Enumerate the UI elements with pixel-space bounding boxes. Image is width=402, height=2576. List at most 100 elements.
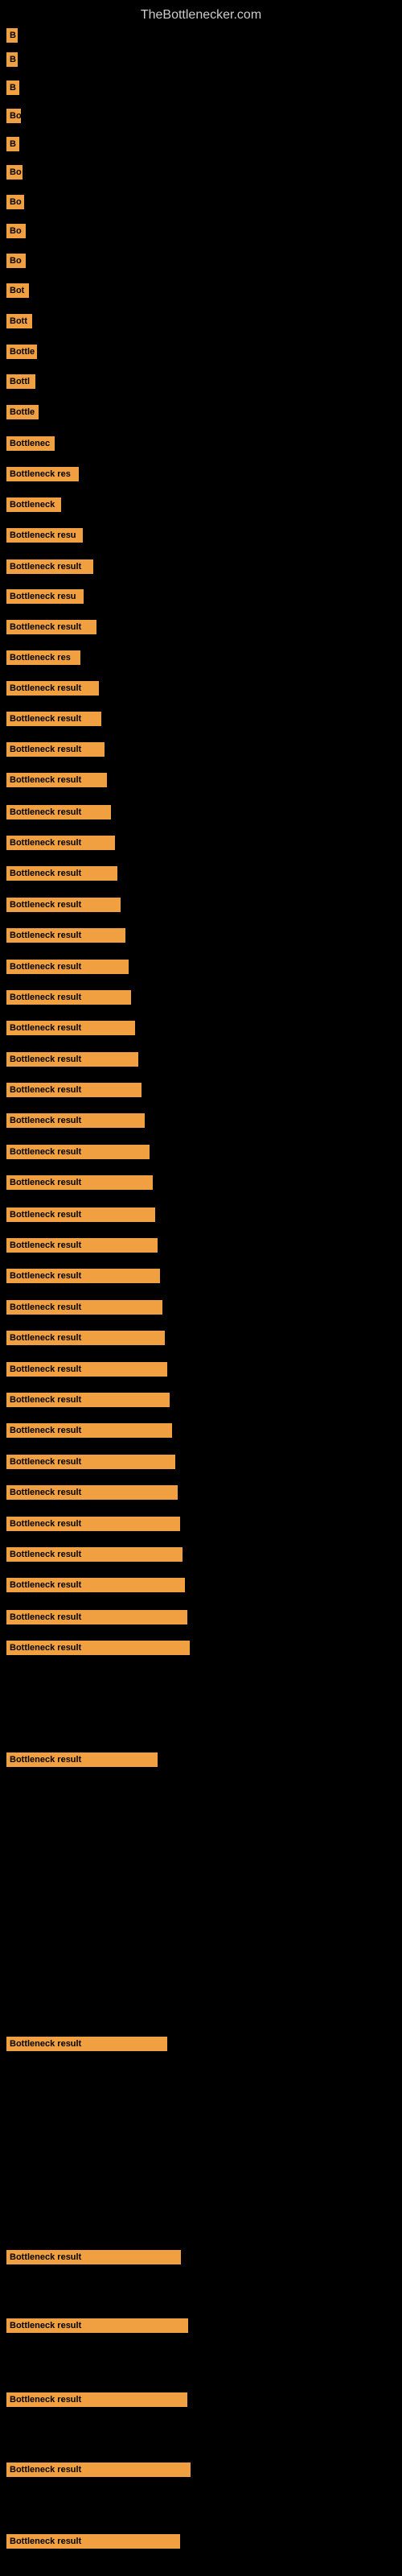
bar-row: Bottleneck result: [6, 1517, 180, 1531]
bar-row: Bottleneck result: [6, 559, 93, 574]
bar-row: Bottleneck result: [6, 1641, 190, 1655]
bar-row: Bottleneck res: [6, 467, 79, 481]
bar-label: Bottleneck result: [6, 1269, 160, 1283]
bar-label: Bo: [6, 165, 23, 180]
site-title: TheBottlenecker.com: [0, 2, 402, 26]
bar-label: B: [6, 137, 19, 151]
bar-label: Bottlenec: [6, 436, 55, 451]
bar-label: Bottleneck result: [6, 1208, 155, 1222]
bar-row: Bottleneck result: [6, 742, 105, 757]
bar-label: Bottleneck result: [6, 1145, 150, 1159]
bar-row: Bottleneck resu: [6, 589, 84, 604]
bar-label: Bottleneck result: [6, 1752, 158, 1767]
bar-row: B: [6, 28, 18, 43]
bar-row: B: [6, 52, 18, 67]
bar-label: Bottleneck result: [6, 1083, 142, 1097]
bar-row: Bottleneck result: [6, 620, 96, 634]
bar-label: Bottleneck result: [6, 1331, 165, 1345]
bar-label: Bottleneck result: [6, 2250, 181, 2264]
bar-row: Bottleneck result: [6, 1610, 187, 1624]
bar-label: Bottleneck result: [6, 1300, 162, 1315]
bar-row: Bottleneck result: [6, 1331, 165, 1345]
bar-label: Bo: [6, 109, 21, 123]
bar-label: Bottleneck result: [6, 2318, 188, 2333]
bar-label: Bot: [6, 283, 29, 298]
bar-row: Bot: [6, 283, 29, 298]
bar-label: Bottle: [6, 405, 39, 419]
bar-row: Bottleneck result: [6, 1021, 135, 1035]
bar-label: Bo: [6, 254, 26, 268]
bar-row: Bottleneck result: [6, 2250, 181, 2264]
bar-row: Bottleneck result: [6, 1208, 155, 1222]
bar-row: Bottle: [6, 345, 37, 359]
bar-label: Bottle: [6, 345, 37, 359]
bar-label: Bottleneck result: [6, 1393, 170, 1407]
bar-row: Bottleneck result: [6, 1238, 158, 1253]
bar-label: Bottleneck result: [6, 773, 107, 787]
bar-row: Bo: [6, 254, 26, 268]
bar-row: Bottleneck result: [6, 805, 111, 819]
bar-label: Bottleneck result: [6, 1238, 158, 1253]
bar-row: Bottleneck result: [6, 1300, 162, 1315]
bar-row: Bottleneck result: [6, 681, 99, 696]
bar-row: Bottleneck result: [6, 1455, 175, 1469]
bar-label: Bottleneck resu: [6, 528, 83, 543]
bar-row: Bottleneck: [6, 497, 61, 512]
bar-label: Bottleneck result: [6, 1485, 178, 1500]
bar-row: Bottleneck result: [6, 836, 115, 850]
bar-label: Bottleneck result: [6, 1455, 175, 1469]
bar-label: Bottleneck: [6, 497, 61, 512]
bar-row: Bo: [6, 195, 24, 209]
bar-label: Bottleneck result: [6, 1362, 167, 1377]
bar-label: Bottl: [6, 374, 35, 389]
bar-label: Bottleneck result: [6, 805, 111, 819]
bar-row: Bottleneck result: [6, 960, 129, 974]
bar-row: Bottleneck result: [6, 2534, 180, 2549]
bar-label: Bottleneck result: [6, 1052, 138, 1067]
bar-label: Bott: [6, 314, 32, 328]
bar-label: Bottleneck result: [6, 960, 129, 974]
bar-row: Bottleneck result: [6, 1052, 138, 1067]
bar-label: Bottleneck result: [6, 990, 131, 1005]
bar-row: Bottleneck res: [6, 650, 80, 665]
bar-label: Bottleneck result: [6, 928, 125, 943]
bar-row: Bottleneck result: [6, 1423, 172, 1438]
bar-row: B: [6, 137, 19, 151]
bar-row: Bottleneck result: [6, 2392, 187, 2407]
bar-label: Bottleneck result: [6, 1547, 183, 1562]
bar-label: Bo: [6, 195, 24, 209]
bar-label: Bottleneck result: [6, 2392, 187, 2407]
bar-label: Bottleneck result: [6, 1610, 187, 1624]
bar-row: Bottleneck result: [6, 2037, 167, 2051]
bar-label: Bottleneck result: [6, 681, 99, 696]
bar-label: B: [6, 52, 18, 67]
bar-row: Bo: [6, 109, 21, 123]
bar-row: Bottl: [6, 374, 35, 389]
bar-row: Bottleneck result: [6, 1113, 145, 1128]
bar-label: Bottleneck res: [6, 467, 79, 481]
bar-row: Bottleneck result: [6, 1393, 170, 1407]
bar-row: Bottleneck result: [6, 1175, 153, 1190]
bar-row: Bottleneck result: [6, 1083, 142, 1097]
bar-label: Bo: [6, 224, 26, 238]
bar-label: Bottleneck result: [6, 2462, 191, 2477]
bar-row: Bottleneck result: [6, 928, 125, 943]
bar-label: Bottleneck result: [6, 559, 93, 574]
bar-row: Bottlenec: [6, 436, 55, 451]
bar-label: Bottleneck result: [6, 620, 96, 634]
bar-label: Bottleneck result: [6, 898, 121, 912]
bar-label: Bottleneck result: [6, 1641, 190, 1655]
bar-label: B: [6, 80, 19, 95]
bar-row: Bottleneck resu: [6, 528, 83, 543]
bar-label: Bottleneck result: [6, 836, 115, 850]
bar-row: Bottleneck result: [6, 1485, 178, 1500]
bar-row: Bo: [6, 224, 26, 238]
bar-row: Bott: [6, 314, 32, 328]
bar-label: Bottleneck resu: [6, 589, 84, 604]
bar-label: Bottleneck result: [6, 1175, 153, 1190]
bar-row: Bottleneck result: [6, 712, 101, 726]
bar-label: Bottleneck result: [6, 712, 101, 726]
bar-row: B: [6, 80, 19, 95]
bar-label: Bottleneck result: [6, 1578, 185, 1592]
bar-row: Bottleneck result: [6, 1145, 150, 1159]
